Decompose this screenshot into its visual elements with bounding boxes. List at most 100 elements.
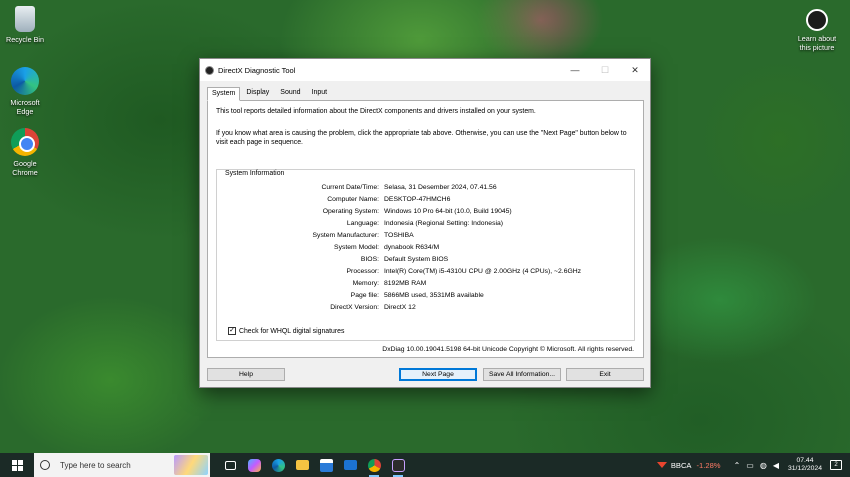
date: 31/12/2024 — [787, 465, 822, 472]
search-placeholder: Type here to search — [60, 460, 131, 470]
chevron-up-icon[interactable]: ⌃ — [734, 461, 741, 470]
desktop-icon-label: Microsoft Edge — [10, 98, 40, 116]
info-row: Computer Name: DESKTOP-47HMCH6 — [217, 196, 636, 206]
info-row: Processor: Intel(R) Core(TM) i5-4310U CP… — [217, 268, 636, 278]
close-button[interactable]: ✕ — [620, 59, 650, 81]
windows-logo-icon — [11, 459, 23, 471]
info-value: Selasa, 31 Desember 2024, 07.41.56 — [384, 184, 497, 191]
recycle-bin-icon — [15, 6, 35, 32]
network-icon[interactable]: ◍ — [760, 461, 767, 470]
info-row: Current Date/Time: Selasa, 31 Desember 2… — [217, 184, 636, 194]
whql-checkbox-row[interactable]: ✓ Check for WHQL digital signatures — [228, 327, 344, 335]
search-icon — [40, 460, 50, 470]
info-label: DirectX Version: — [330, 304, 379, 311]
copilot-button[interactable] — [242, 453, 266, 477]
task-view-button[interactable] — [218, 453, 242, 477]
chrome-icon — [367, 458, 381, 472]
title-bar[interactable]: DirectX Diagnostic Tool — ☐ ✕ — [200, 59, 650, 81]
tab-system[interactable]: System — [207, 87, 241, 101]
mail-button[interactable] — [338, 453, 362, 477]
info-row: Language: Indonesia (Regional Setting: I… — [217, 220, 636, 230]
store-icon — [319, 458, 333, 472]
info-value: 8192MB RAM — [384, 280, 427, 287]
desktop-icon-chrome[interactable]: Google Chrome — [0, 128, 50, 177]
desktop-icon-edge[interactable]: Microsoft Edge — [0, 67, 50, 116]
save-all-information-button[interactable]: Save All Information... — [483, 368, 561, 381]
stock-change: -1.28% — [696, 460, 721, 470]
info-value: Windows 10 Pro 64-bit (10.0, Build 19045… — [384, 208, 512, 215]
notifications-button[interactable]: 2 — [830, 460, 842, 470]
minimize-button[interactable]: — — [560, 59, 590, 81]
info-label: Computer Name: — [327, 196, 379, 203]
stock-widget[interactable]: BBCA -1.28% — [656, 460, 721, 470]
info-row: Operating System: Windows 10 Pro 64-bit … — [217, 208, 636, 218]
info-label: Memory: — [352, 280, 379, 287]
tab-input[interactable]: Input — [307, 86, 333, 100]
system-tab-panel: This tool reports detailed information a… — [207, 100, 644, 358]
file-explorer-button[interactable] — [290, 453, 314, 477]
camera-icon — [806, 9, 828, 31]
desktop-icon-recycle-bin[interactable]: Recycle Bin — [0, 6, 50, 44]
dxdiag-taskbar-button[interactable] — [386, 453, 410, 477]
copilot-icon — [247, 458, 261, 472]
tab-strip: System Display Sound Input — [200, 81, 650, 101]
whql-checkbox[interactable]: ✓ — [228, 327, 236, 335]
whql-label: Check for WHQL digital signatures — [239, 327, 345, 335]
stock-down-icon — [656, 462, 667, 468]
edge-icon — [271, 458, 285, 472]
directx-icon — [391, 458, 405, 472]
info-value: TOSHIBA — [384, 232, 414, 239]
exit-button[interactable]: Exit — [566, 368, 644, 381]
chrome-taskbar-button[interactable] — [362, 453, 386, 477]
info-value: DESKTOP-47HMCH6 — [384, 196, 451, 203]
info-label: BIOS: — [360, 256, 379, 263]
system-tray: ⌃ ▭ ◍ ◀ — [731, 461, 782, 470]
tab-sound[interactable]: Sound — [275, 86, 305, 100]
instruction-text: If you know what area is causing the pro… — [216, 130, 627, 146]
battery-icon[interactable]: ▭ — [746, 461, 754, 470]
system-information-group: System Information Current Date/Time: Se… — [216, 169, 635, 341]
store-button[interactable] — [314, 453, 338, 477]
intro-text: This tool reports detailed information a… — [216, 108, 536, 115]
edge-icon — [11, 67, 39, 95]
edge-taskbar-button[interactable] — [266, 453, 290, 477]
info-label: Processor: — [346, 268, 379, 275]
info-label: System Model: — [334, 244, 379, 251]
learn-label: Learn about this picture — [797, 34, 837, 52]
help-button[interactable]: Help — [207, 368, 285, 381]
clock[interactable]: 07.44 31/12/2024 — [788, 457, 822, 473]
info-label: Current Date/Time: — [321, 184, 379, 191]
dxdiag-app-icon — [205, 65, 214, 75]
chrome-icon — [11, 128, 39, 156]
volume-icon[interactable]: ◀ — [773, 461, 779, 470]
search-highlight-image — [174, 455, 208, 475]
info-label: System Manufacturer: — [312, 232, 379, 239]
info-label: Language: — [346, 220, 379, 227]
task-view-icon — [224, 460, 236, 470]
time: 07.44 — [796, 457, 814, 464]
window-title: DirectX Diagnostic Tool — [218, 65, 296, 75]
version-copyright: DxDiag 10.00.19041.5198 64-bit Unicode C… — [382, 346, 634, 353]
info-row: DirectX Version: DirectX 12 — [217, 304, 636, 314]
info-value: DirectX 12 — [384, 304, 416, 311]
info-row: Memory: 8192MB RAM — [217, 280, 636, 290]
taskbar: Type here to search BBCA -1.28% ⌃ ▭ ◍ ◀ … — [0, 453, 850, 477]
desktop-icon-label: Google Chrome — [12, 159, 38, 177]
start-button[interactable] — [0, 453, 34, 477]
info-row: BIOS: Default System BIOS — [217, 256, 636, 266]
stock-symbol: BBCA — [670, 460, 692, 470]
folder-icon — [295, 460, 309, 470]
taskbar-search[interactable]: Type here to search — [34, 453, 210, 477]
info-value: dynabook R634/M — [384, 244, 440, 251]
next-page-button[interactable]: Next Page — [399, 368, 477, 381]
mail-icon — [343, 460, 357, 470]
dxdiag-window: DirectX Diagnostic Tool — ☐ ✕ System Dis… — [199, 58, 651, 388]
info-value: Indonesia (Regional Setting: Indonesia) — [384, 220, 504, 227]
tab-display[interactable]: Display — [241, 86, 274, 100]
info-value: Default System BIOS — [384, 256, 449, 263]
info-label: Operating System: — [322, 208, 379, 215]
info-value: 5866MB used, 3531MB available — [384, 292, 484, 299]
maximize-button: ☐ — [600, 64, 610, 75]
group-title: System Information — [223, 170, 287, 177]
learn-about-picture[interactable]: Learn about this picture — [792, 9, 842, 52]
